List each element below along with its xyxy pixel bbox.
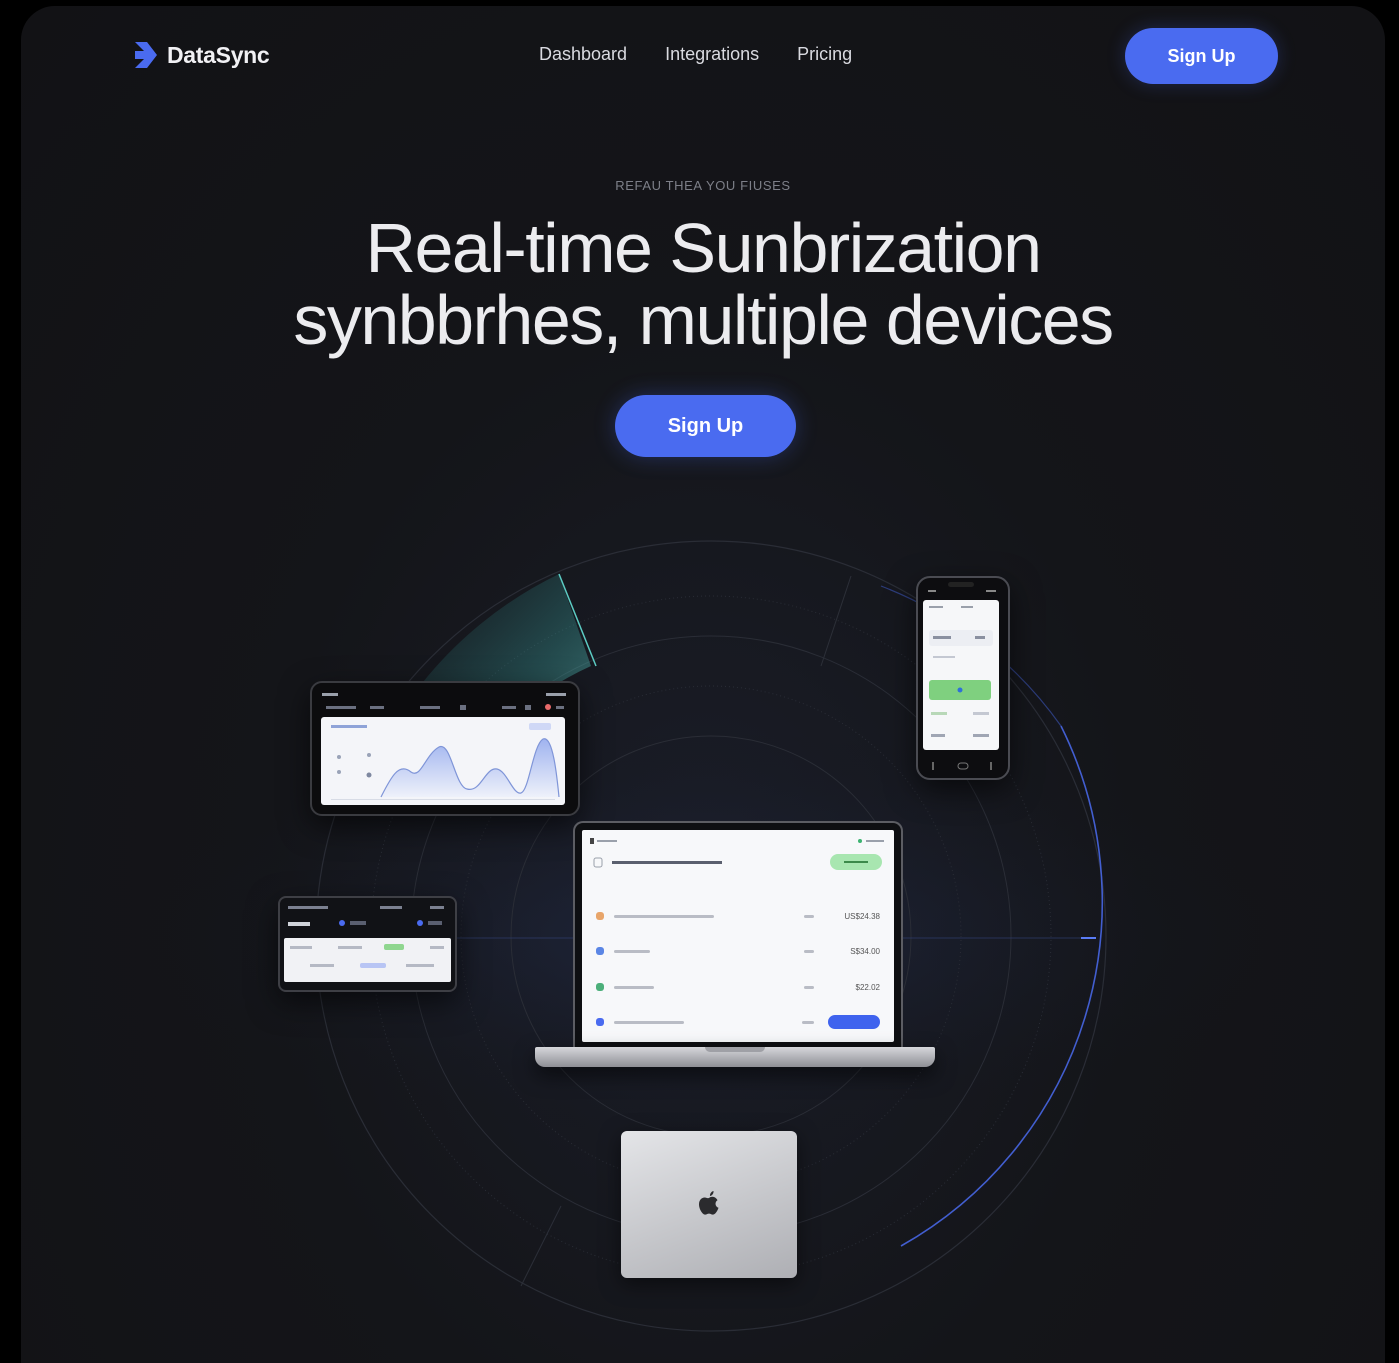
list-item[interactable] <box>596 1008 880 1036</box>
orbit-spoke-2 <box>520 1205 562 1287</box>
apple-logo-icon <box>699 1191 719 1215</box>
list-item[interactable]: S$34.00 <box>596 937 880 965</box>
landing-page: DataSync Dashboard Integrations Pricing … <box>21 6 1385 1363</box>
phone-bottom-bar <box>932 762 992 770</box>
area-chart-graphic <box>331 723 560 800</box>
row-amount: US$24.38 <box>844 911 880 921</box>
laptop-device: US$24.38 S$34.00 $22.02 <box>573 821 903 1049</box>
tablet-device <box>310 681 580 816</box>
tablet-chart-screen <box>321 717 565 805</box>
phone-device <box>916 576 1010 780</box>
tablet-toolbar <box>322 693 566 710</box>
orbit-spoke-1 <box>820 575 852 667</box>
row-icon <box>596 947 604 955</box>
row-icon <box>596 912 604 920</box>
row-icon <box>596 983 604 991</box>
phone-app-ui <box>929 606 993 737</box>
laptop-header <box>590 838 884 870</box>
laptop-base <box>535 1047 935 1067</box>
laptop-screen: US$24.38 S$34.00 $22.02 <box>582 830 894 1042</box>
row-icon <box>596 1018 604 1026</box>
list-item[interactable]: US$24.38 <box>596 902 880 930</box>
phone-screen <box>923 600 999 750</box>
row-amount: $22.02 <box>855 982 880 992</box>
macbook-lid-device <box>621 1131 797 1278</box>
list-item[interactable]: $22.02 <box>596 973 880 1001</box>
row-amount: S$34.00 <box>850 946 880 956</box>
small-tablet-ui <box>284 906 451 982</box>
row-action-button[interactable] <box>828 1015 880 1029</box>
small-tablet-device <box>278 896 457 992</box>
phone-status-bar <box>928 582 996 592</box>
